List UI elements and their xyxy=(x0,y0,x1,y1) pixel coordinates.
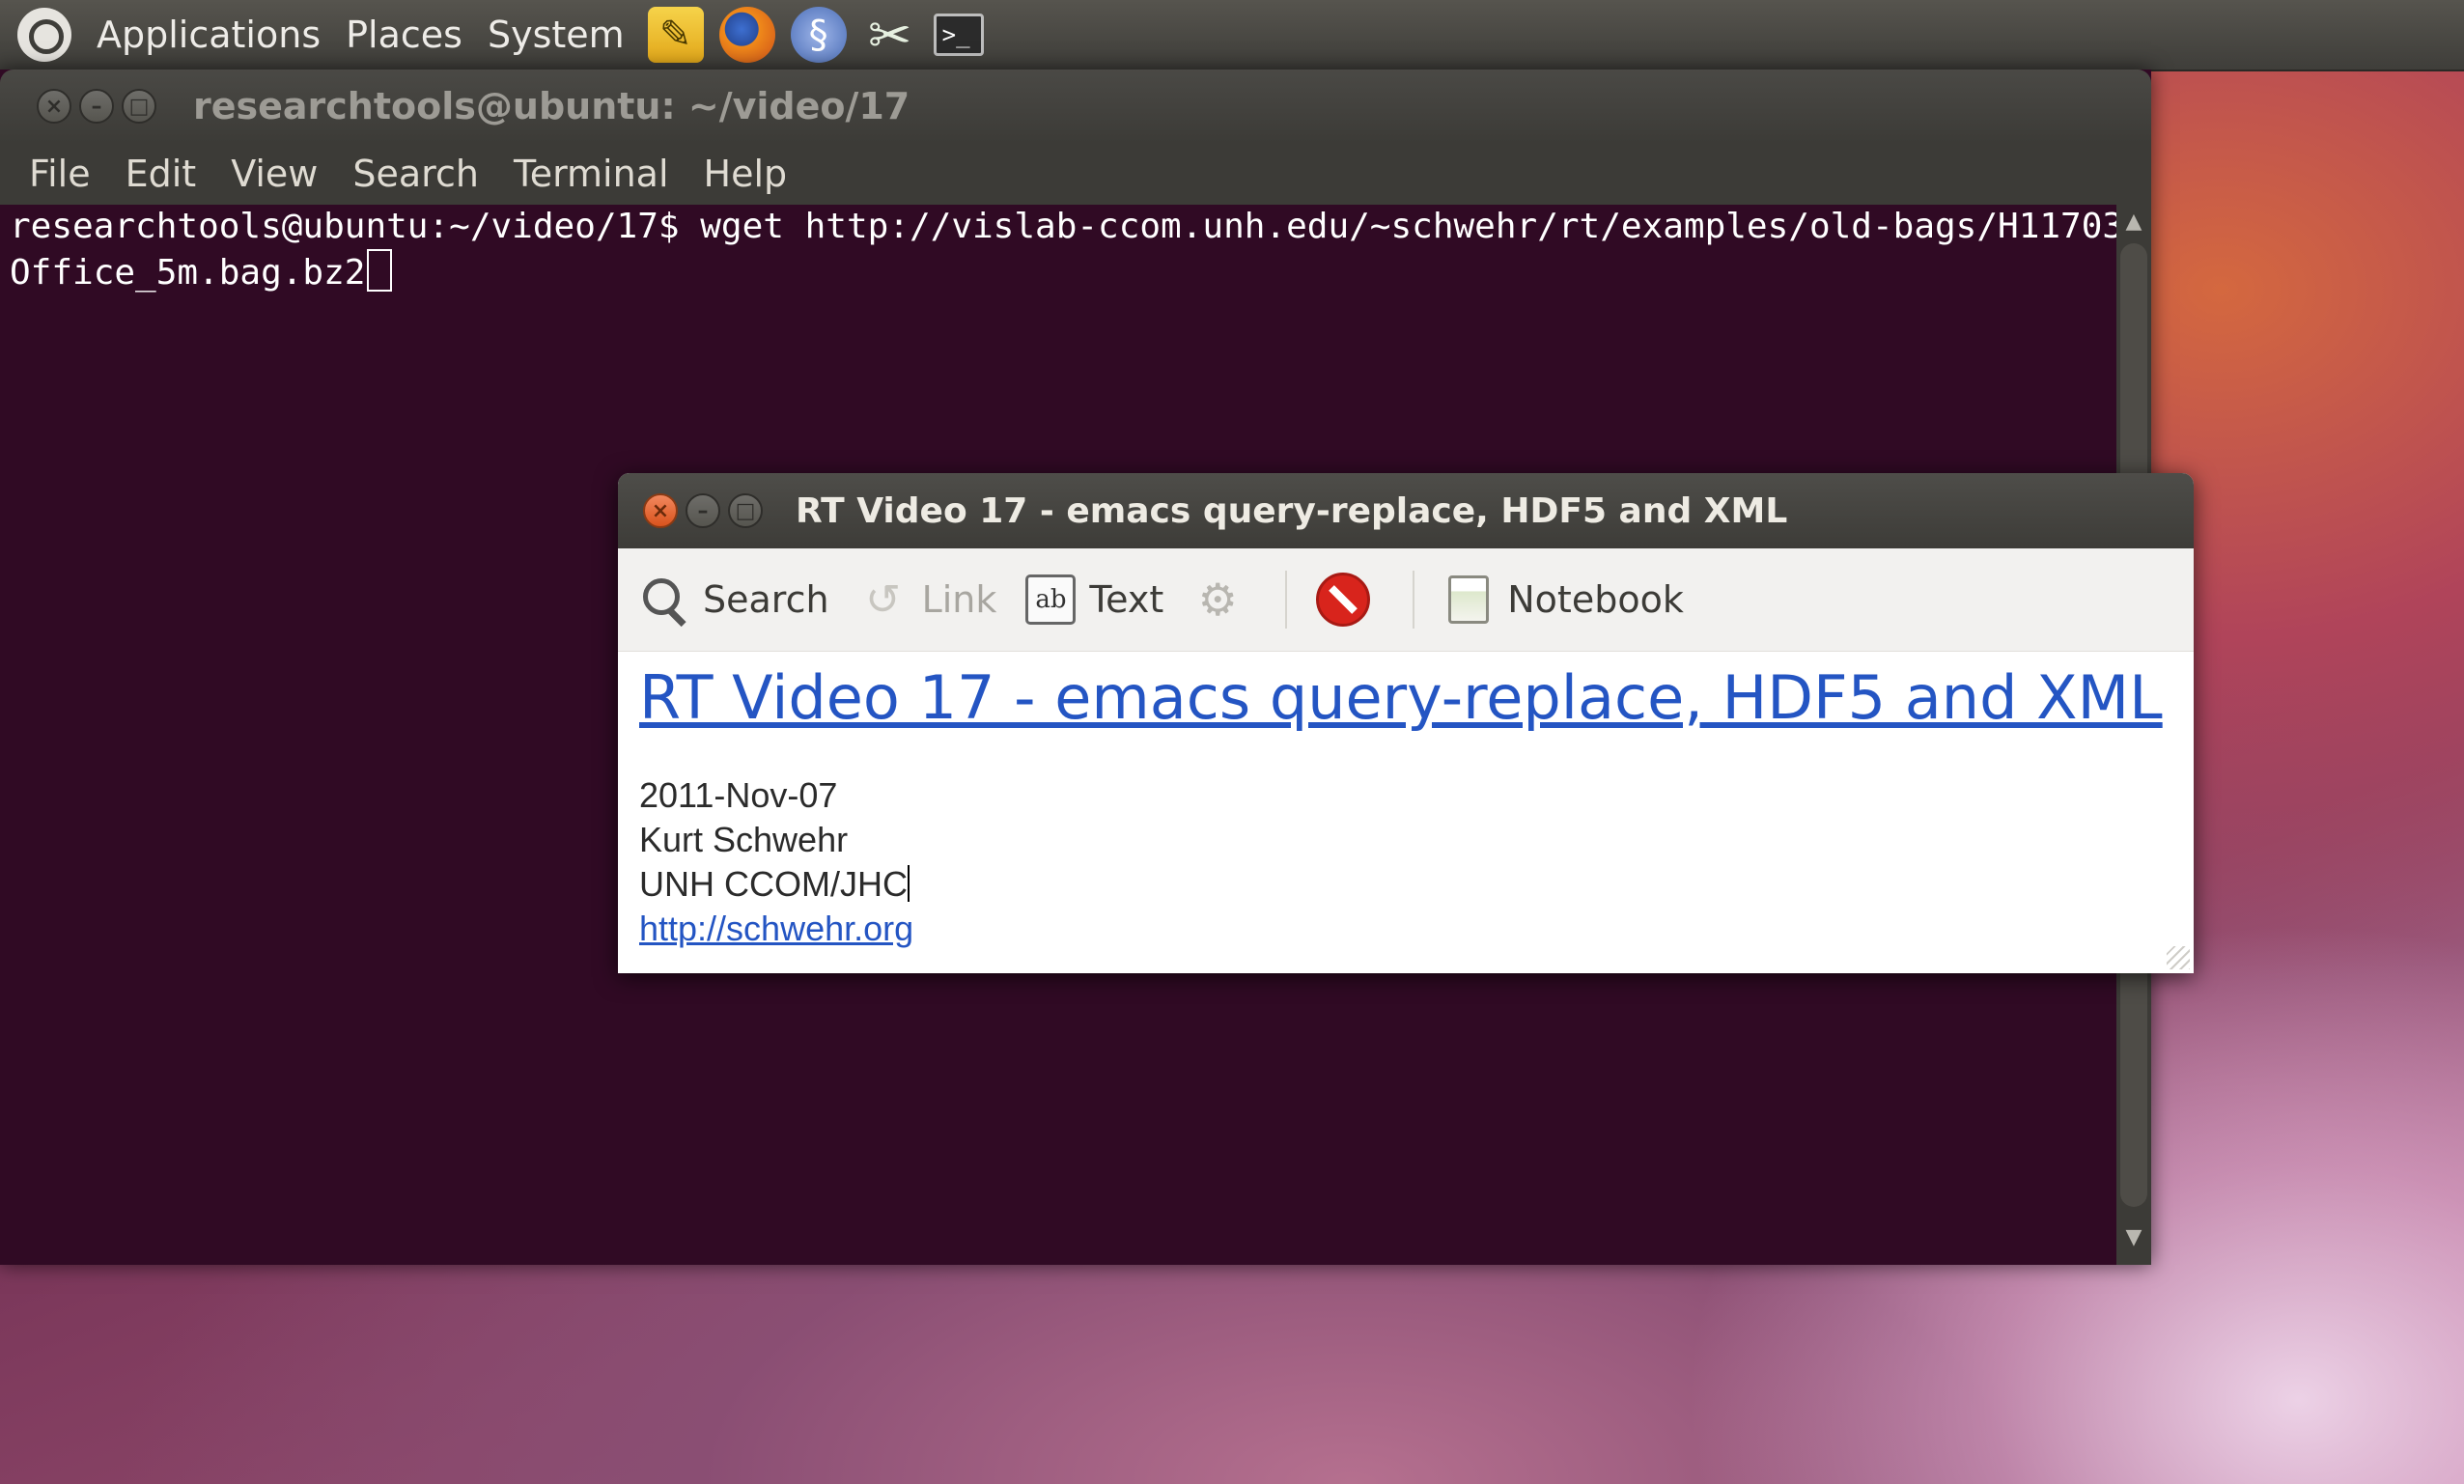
note-toolbar: Search ↺ Link ab Text ⚙ Notebook xyxy=(618,548,2194,652)
menu-view[interactable]: View xyxy=(231,153,318,195)
delete-button[interactable] xyxy=(1316,573,1384,627)
scroll-down-icon[interactable]: ▼ xyxy=(2116,1220,2151,1255)
note-titlebar[interactable]: × – □ RT Video 17 - emacs query-replace,… xyxy=(618,473,2194,548)
terminal-menubar: File Edit View Search Terminal Help xyxy=(0,143,2151,205)
terminal-icon[interactable]: >_ xyxy=(933,14,984,56)
note-url-line: http://schwehr.org xyxy=(639,907,2172,951)
note-window-title: RT Video 17 - emacs query-replace, HDF5 … xyxy=(796,490,1788,531)
menu-terminal[interactable]: Terminal xyxy=(514,153,669,195)
tools-button[interactable]: ⚙ xyxy=(1192,574,1256,626)
maximize-icon[interactable]: □ xyxy=(728,493,763,528)
notebook-button-label: Notebook xyxy=(1507,578,1684,621)
text-button[interactable]: ab Text xyxy=(1025,574,1163,625)
firefox-icon[interactable] xyxy=(718,7,775,63)
note-window: × – □ RT Video 17 - emacs query-replace,… xyxy=(618,473,2194,973)
note-body[interactable]: RT Video 17 - emacs query-replace, HDF5 … xyxy=(618,652,2194,951)
panel-menu-system[interactable]: System xyxy=(488,14,625,56)
maximize-icon[interactable]: □ xyxy=(122,89,156,124)
terminal-title: researchtools@ubuntu: ~/video/17 xyxy=(193,85,910,127)
minimize-icon[interactable]: – xyxy=(686,493,720,528)
notes-icon[interactable]: ✎ xyxy=(647,7,704,63)
link-icon: ↺ xyxy=(865,574,901,625)
menu-file[interactable]: File xyxy=(29,153,91,195)
note-date: 2011-Nov-07 xyxy=(639,775,838,815)
menu-help[interactable]: Help xyxy=(704,153,788,195)
delete-icon xyxy=(1316,573,1371,627)
close-icon[interactable]: × xyxy=(643,493,678,528)
notebook-icon xyxy=(1443,574,1494,625)
link-button[interactable]: ↺ Link xyxy=(858,574,997,625)
text-caret xyxy=(907,865,910,902)
ubuntu-logo-icon[interactable] xyxy=(17,8,71,62)
resize-grip[interactable] xyxy=(2167,946,2190,969)
text-button-label: Text xyxy=(1089,578,1164,621)
top-panel: Applications Places System ✎ § ✂ >_ xyxy=(0,0,2464,71)
note-affiliation: UNH CCOM/JHC xyxy=(639,862,2172,907)
terminal-titlebar[interactable]: × – □ researchtools@ubuntu: ~/video/17 xyxy=(0,70,2151,143)
menu-search[interactable]: Search xyxy=(352,153,479,195)
minimize-icon[interactable]: – xyxy=(79,89,114,124)
scroll-up-icon[interactable]: ▲ xyxy=(2116,205,2151,239)
close-icon[interactable]: × xyxy=(37,89,71,124)
menu-edit[interactable]: Edit xyxy=(126,153,197,195)
tools-icon[interactable]: ✂ xyxy=(862,5,918,66)
seahorse-icon[interactable]: § xyxy=(790,7,847,63)
toolbar-separator xyxy=(1413,571,1415,629)
terminal-line: researchtools@ubuntu:~/video/17$ wget ht… xyxy=(10,207,2116,246)
note-url-link[interactable]: http://schwehr.org xyxy=(639,909,913,948)
note-heading[interactable]: RT Video 17 - emacs query-replace, HDF5 … xyxy=(639,658,2172,739)
panel-menu-places[interactable]: Places xyxy=(346,14,462,56)
panel-menu-applications[interactable]: Applications xyxy=(97,14,321,56)
toolbar-separator xyxy=(1285,571,1288,629)
link-button-label: Link xyxy=(921,578,997,621)
gears-icon: ⚙ xyxy=(1197,574,1238,626)
terminal-line: Office_5m.bag.bz2 xyxy=(0,249,2116,295)
search-button-label: Search xyxy=(703,578,829,621)
search-icon xyxy=(639,574,689,625)
text-format-icon: ab xyxy=(1025,574,1077,625)
note-author: Kurt Schwehr xyxy=(639,820,849,859)
terminal-cursor xyxy=(367,249,393,292)
notebook-button[interactable]: Notebook xyxy=(1443,574,1684,625)
search-button[interactable]: Search xyxy=(639,574,829,625)
note-affiliation-text: UNH CCOM/JHC xyxy=(639,864,908,904)
terminal-line-text: Office_5m.bag.bz2 xyxy=(10,253,366,293)
